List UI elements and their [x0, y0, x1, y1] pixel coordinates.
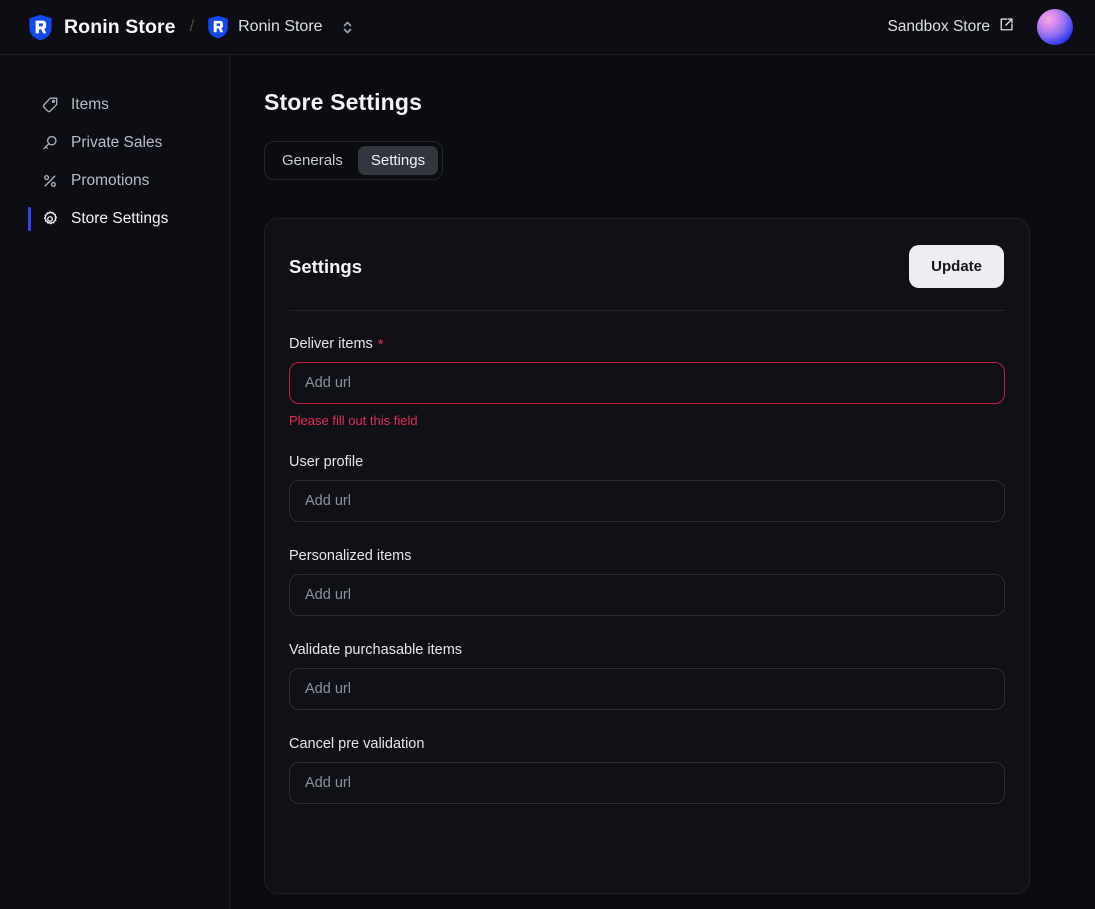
- validate-purchasable-items-input[interactable]: [289, 668, 1005, 710]
- sidebar-item-label: Store Settings: [71, 210, 169, 227]
- header-right: Sandbox Store: [887, 9, 1073, 45]
- update-button[interactable]: Update: [909, 245, 1004, 288]
- field-validate-purchasable-items: Validate purchasable items: [289, 642, 1005, 710]
- gear-icon: [40, 210, 59, 229]
- field-user-profile: User profile: [289, 454, 1005, 522]
- field-label-row: Deliver items *: [289, 336, 1005, 352]
- tab-settings[interactable]: Settings: [357, 146, 439, 175]
- chevron-up-down-icon[interactable]: [341, 19, 354, 36]
- sidebar-item-label: Private Sales: [71, 134, 163, 151]
- sidebar-item-items[interactable]: Items: [0, 86, 229, 124]
- tab-group: Generals Settings: [264, 141, 444, 180]
- breadcrumb-separator: /: [189, 18, 195, 35]
- brand-name: Ronin Store: [64, 15, 176, 38]
- field-label: Deliver items: [289, 336, 373, 352]
- sidebar-item-label: Promotions: [71, 172, 150, 189]
- cancel-pre-validation-input[interactable]: [289, 762, 1005, 804]
- app-header: Ronin Store / Ronin Store Sandbox Store: [0, 0, 1095, 55]
- tag-icon: [40, 96, 59, 115]
- field-error-message: Please fill out this field: [289, 413, 418, 428]
- field-label: Validate purchasable items: [289, 642, 463, 658]
- external-link-icon: [999, 17, 1014, 37]
- field-deliver-items: Deliver items * Please fill out this fie…: [289, 336, 1005, 428]
- brand[interactable]: Ronin Store: [28, 14, 176, 41]
- field-label: Personalized items: [289, 548, 412, 564]
- active-indicator: [28, 207, 31, 231]
- sidebar-item-promotions[interactable]: Promotions: [0, 162, 229, 200]
- main-content: Store Settings Generals Settings Setting…: [231, 55, 1095, 909]
- card-title: Settings: [289, 255, 362, 277]
- sidebar-item-private-sales[interactable]: Private Sales: [0, 124, 229, 162]
- field-label-row: Validate purchasable items: [289, 642, 1005, 658]
- ronin-shield-icon: [207, 15, 229, 39]
- sandbox-store-label: Sandbox Store: [887, 18, 990, 35]
- sidebar-item-store-settings[interactable]: Store Settings: [0, 200, 229, 238]
- field-cancel-pre-validation: Cancel pre validation: [289, 736, 1005, 804]
- percent-icon: [40, 172, 59, 191]
- field-label: Cancel pre validation: [289, 736, 425, 752]
- sidebar: Items Private Sales Promotions Store Set…: [0, 55, 230, 909]
- tab-generals[interactable]: Generals: [269, 146, 356, 175]
- personalized-items-input[interactable]: [289, 574, 1005, 616]
- field-label: User profile: [289, 454, 364, 470]
- field-label-row: Personalized items: [289, 548, 1005, 564]
- sandbox-store-link[interactable]: Sandbox Store: [887, 17, 1014, 37]
- sidebar-item-label: Items: [71, 96, 109, 113]
- user-profile-input[interactable]: [289, 480, 1005, 522]
- breadcrumb-store-label: Ronin Store: [238, 18, 323, 35]
- page-title: Store Settings: [264, 89, 423, 115]
- settings-card: Settings Update Deliver items * Please f…: [264, 218, 1030, 894]
- card-divider: [289, 310, 1005, 311]
- field-personalized-items: Personalized items: [289, 548, 1005, 616]
- deliver-items-input[interactable]: [289, 362, 1005, 404]
- settings-form: Deliver items * Please fill out this fie…: [265, 336, 1029, 804]
- breadcrumb-store-selector[interactable]: Ronin Store: [207, 15, 354, 39]
- field-label-row: Cancel pre validation: [289, 736, 1005, 752]
- field-label-row: User profile: [289, 454, 1005, 470]
- required-marker: *: [377, 335, 384, 353]
- card-header: Settings Update: [265, 219, 1029, 288]
- ronin-shield-icon: [28, 14, 53, 41]
- key-icon: [40, 134, 59, 153]
- avatar[interactable]: [1037, 9, 1073, 45]
